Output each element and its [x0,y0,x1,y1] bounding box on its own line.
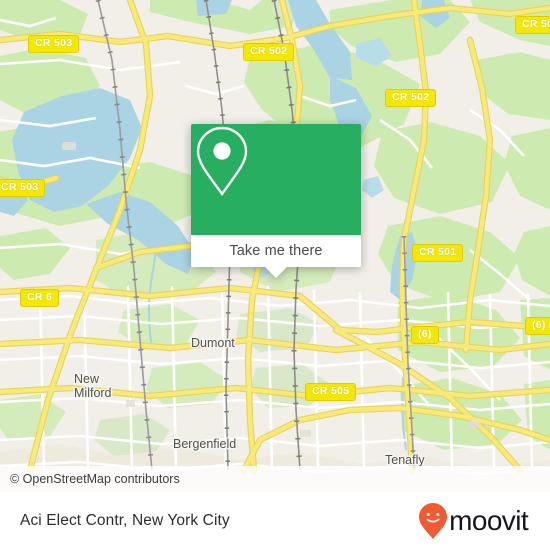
road-shield[interactable]: CR 503 [28,35,80,53]
attribution-text: © OpenStreetMap contributors [10,472,180,486]
place-title: Aci Elect Contr, New York City [20,512,230,529]
popup-icon-area [191,124,361,235]
place-label-new-milford: New Milford [74,372,112,400]
moovit-smiley-pin-icon [419,503,448,539]
location-pin-icon [196,126,248,197]
road-shield[interactable]: (6) [525,317,550,335]
road-shield[interactable]: CR 503 [0,179,46,197]
road-shield[interactable]: CR 502 [385,89,437,107]
place-label-line: New [74,372,100,386]
popup-pointer-tail [265,267,287,278]
map-page: CR 503 CR 502 CR 502 CR 50 CR 503 CR 501… [0,0,550,550]
road-shield[interactable]: CR 501 [412,244,464,262]
moovit-wordmark: moovit [449,505,528,536]
map-canvas[interactable]: CR 503 CR 502 CR 502 CR 50 CR 503 CR 501… [0,0,550,492]
place-label-line: Milford [74,386,112,400]
location-popup-card[interactable]: Take me there [191,124,361,278]
road-shield[interactable]: CR 50 [515,16,550,34]
popup-action-bar[interactable]: Take me there [191,235,361,278]
footer-bar: Aci Elect Contr, New York City moovit [0,492,550,550]
map-attribution[interactable]: © OpenStreetMap contributors [0,466,550,492]
road-shield[interactable]: CR 505 [305,383,357,401]
place-label-bergenfield: Bergenfield [173,437,237,451]
moovit-logo[interactable]: moovit [418,502,529,540]
place-label-dumont: Dumont [191,336,235,350]
take-me-there-label: Take me there [229,243,323,259]
road-shield[interactable]: (6) [411,326,439,344]
road-shield[interactable]: CR 502 [243,43,295,61]
road-shield[interactable]: CR 6 [20,289,60,307]
